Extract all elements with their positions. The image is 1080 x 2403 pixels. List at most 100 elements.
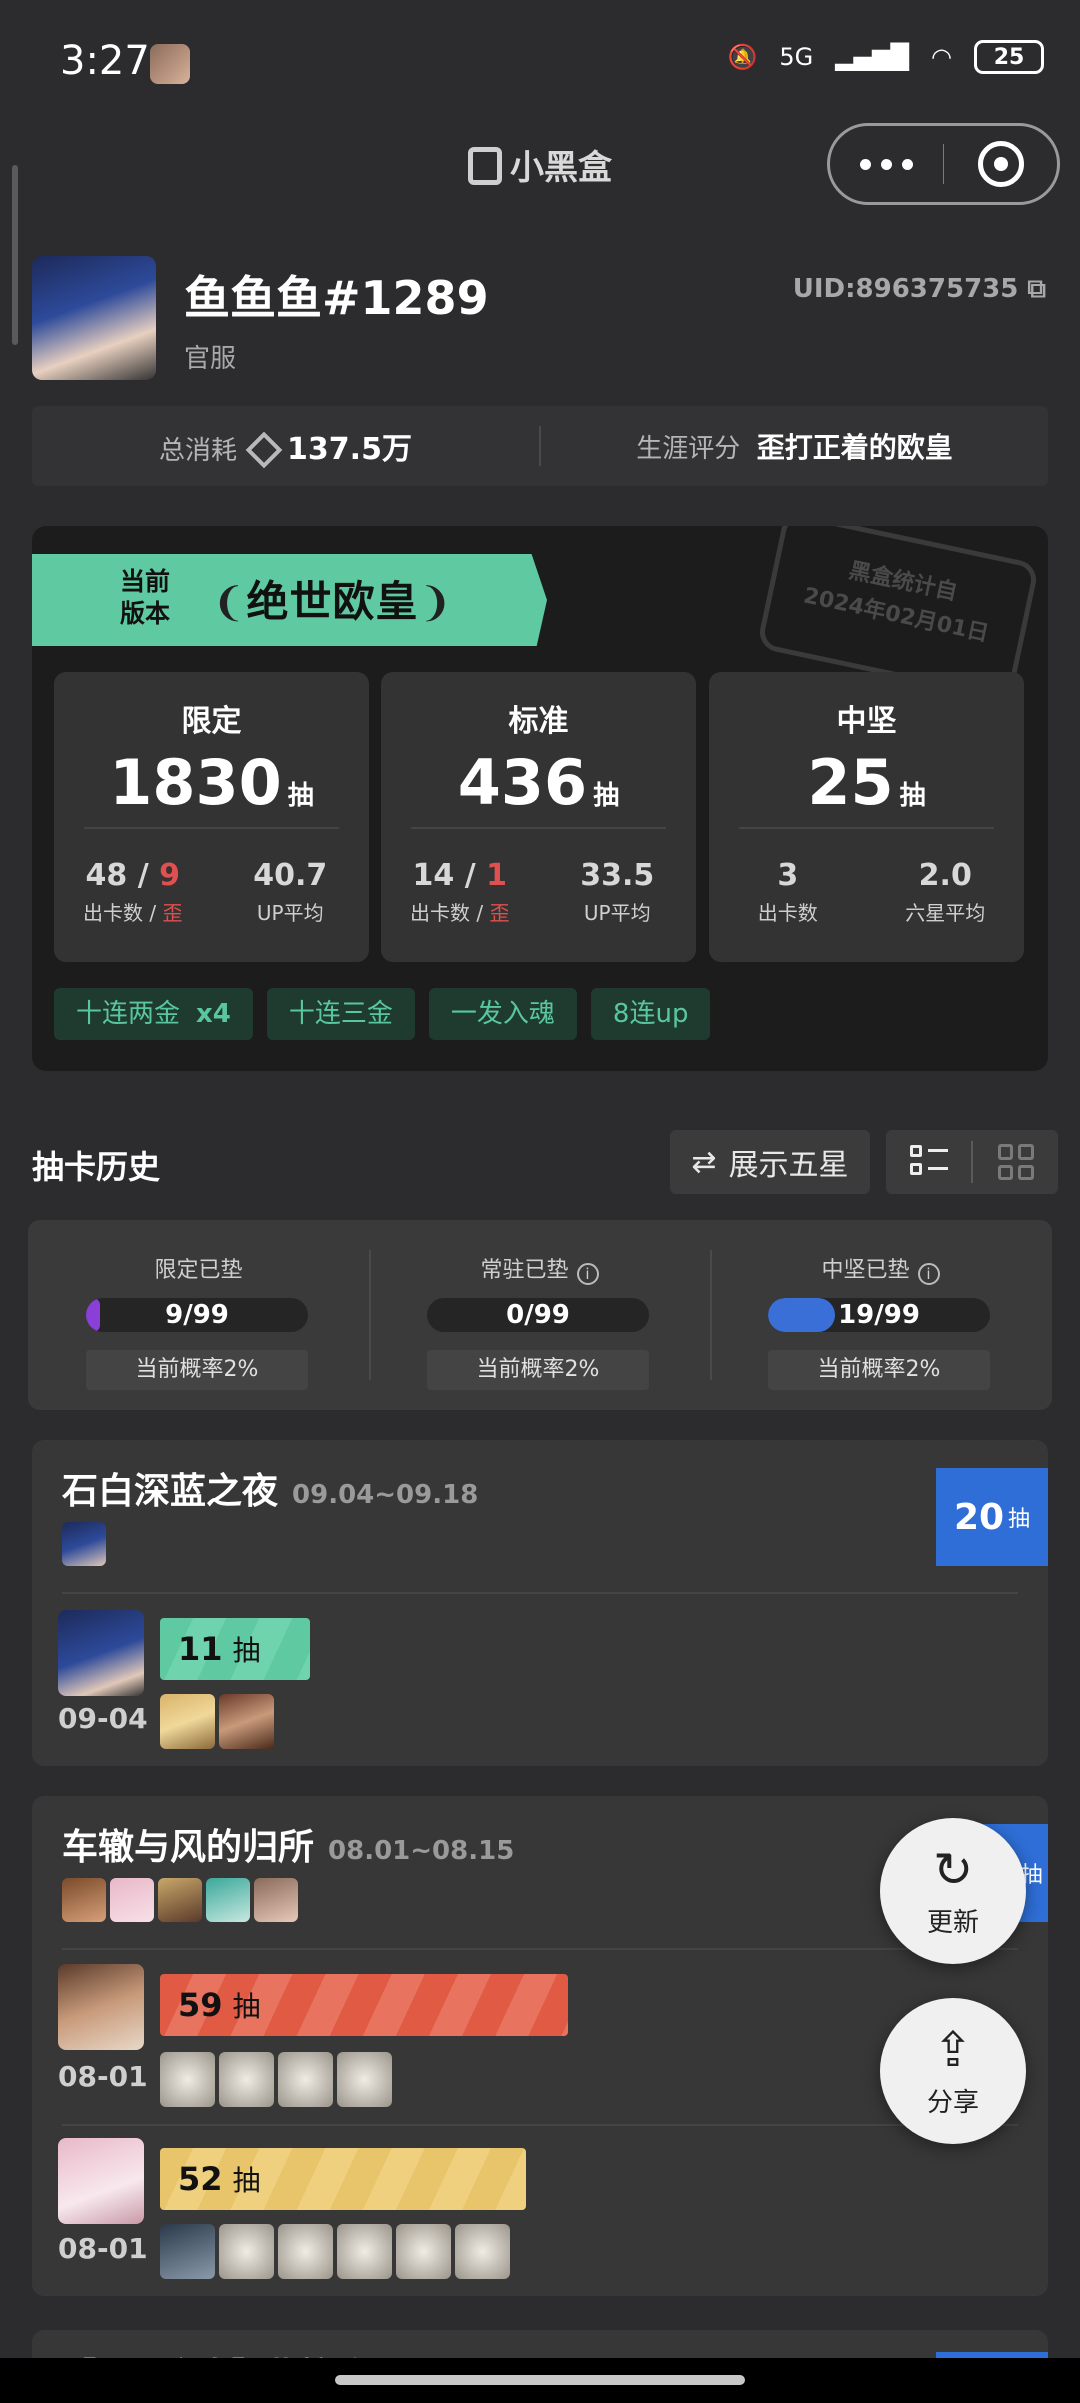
- stat-avg: 2.0: [918, 858, 972, 893]
- uid-copy[interactable]: UID:896375735 ⧉: [793, 274, 1046, 305]
- operator-thumb: [396, 2224, 451, 2279]
- pity-standard: 常驻已垫 i 0/99 当前概率2%: [369, 1220, 710, 1410]
- pool-stat-avg: 33.5 UP平均: [539, 858, 697, 926]
- share-icon: ⇪: [932, 2022, 974, 2078]
- stat-sep: /: [454, 858, 487, 893]
- list-view-button[interactable]: [886, 1145, 971, 1179]
- operator-thumb: [337, 2052, 392, 2107]
- pull-date: 09-04: [58, 1702, 148, 1735]
- pool-card-middle[interactable]: 中坚 25 抽 3 出卡数 2.0 六星平均: [709, 672, 1024, 962]
- pool-stat-cards: 14 / 1 出卡数 / 歪: [381, 858, 539, 926]
- pool-divider: [739, 827, 994, 829]
- pity-progress-bar: 9/99: [86, 1298, 308, 1332]
- rank-title-text: 绝世欧皇: [246, 577, 419, 626]
- pool-card-standard[interactable]: 标准 436 抽 14 / 1 出卡数 / 歪 33.5 UP平均: [381, 672, 696, 962]
- list-icon: [909, 1145, 948, 1179]
- stat-cards: 14: [412, 858, 455, 893]
- stat-cards-label: 出卡数: [410, 901, 471, 925]
- info-icon[interactable]: i: [917, 1263, 940, 1285]
- refresh-icon: ↻: [932, 1842, 974, 1898]
- battery-icon: 25: [974, 40, 1044, 74]
- operator-thumb: [278, 2224, 333, 2279]
- laurel-right-icon: ❩: [418, 580, 454, 626]
- notification-avatar-icon: [150, 44, 190, 84]
- avatar: [32, 256, 156, 380]
- stat-cards-label: 出卡数: [83, 901, 144, 925]
- home-indicator[interactable]: [335, 2375, 745, 2385]
- show-five-star-button[interactable]: ⇄ 展示五星: [670, 1130, 870, 1194]
- badge-unit: 抽: [1008, 1507, 1031, 1532]
- pity-rate: 当前概率2%: [427, 1350, 649, 1390]
- info-icon[interactable]: i: [576, 1263, 599, 1285]
- stat-avg-label: UP平均: [256, 901, 324, 925]
- share-button[interactable]: ⇪ 分享: [880, 1998, 1026, 2144]
- stats-bar: 总消耗 137.5万 生涯评分 歪打正着的欧皇: [32, 406, 1048, 486]
- pull-count: 11: [178, 1630, 223, 1668]
- pool-divider: [411, 827, 666, 829]
- target-icon: [977, 141, 1024, 187]
- spend-value: 137.5万: [287, 432, 412, 467]
- operator-thumb: [337, 2224, 392, 2279]
- operator-thumb: [219, 2052, 274, 2107]
- pull-obtained: [160, 2052, 392, 2107]
- refresh-button[interactable]: ↻ 更新: [880, 1818, 1026, 1964]
- grid-view-button[interactable]: [973, 1144, 1058, 1180]
- pity-rate: 当前概率2%: [86, 1350, 308, 1390]
- rank-version-label: 当前 版本: [120, 566, 170, 630]
- stat-avg: 33.5: [580, 858, 655, 893]
- pull-bar: 11 抽: [160, 1618, 310, 1680]
- stat-cards: 48: [85, 858, 128, 893]
- swap-icon: ⇄: [691, 1144, 717, 1180]
- operator-thumb: [160, 2224, 215, 2279]
- pull-operator-avatar: [58, 1964, 144, 2050]
- mute-icon: 🔕: [727, 43, 758, 71]
- pull-operator-avatar: [58, 2138, 144, 2224]
- pity-label-row: 常驻已垫 i: [369, 1252, 710, 1285]
- username: 鱼鱼鱼#1289: [184, 271, 489, 325]
- pity-label: 中坚已垫: [821, 1258, 910, 1283]
- banner-total-badge: 20 抽: [936, 1468, 1048, 1566]
- tag-extra: x4: [196, 999, 231, 1029]
- pool-card-limited[interactable]: 限定 1830 抽 48 / 9 出卡数 / 歪 40.7 UP平均: [54, 672, 369, 962]
- close-miniapp-button[interactable]: [944, 141, 1057, 187]
- pull-operator-avatar: [58, 1610, 144, 1696]
- pity-middle: 中坚已垫 i 19/99 当前概率2%: [710, 1220, 1051, 1410]
- pull-obtained: [160, 1694, 274, 1749]
- banner-name: 石白深蓝之夜: [62, 1471, 279, 1512]
- rank-title: ❨绝世欧皇❩: [212, 568, 453, 629]
- pool-stat-avg: 2.0 六星平均: [867, 858, 1025, 926]
- tag-label: 8连up: [612, 999, 689, 1029]
- pool-count-unit: 抽: [899, 781, 926, 811]
- pity-progress-bar: 19/99: [768, 1298, 990, 1332]
- banner-up-operators: [62, 1878, 298, 1922]
- pity-limited: 限定已垫 9/99 当前概率2%: [28, 1220, 369, 1410]
- operator-thumb: [278, 2052, 333, 2107]
- banner-name: 车辙与风的归所: [62, 1827, 315, 1868]
- pity-label: 限定已垫: [154, 1258, 243, 1283]
- more-menu-button[interactable]: [830, 158, 943, 170]
- stat-cards: 3: [777, 858, 799, 893]
- pool-stat-cards: 3 出卡数: [709, 858, 867, 926]
- pull-bar: 59 抽: [160, 1974, 568, 2036]
- banner-date: 09.04~09.18: [292, 1480, 479, 1510]
- stat-label-sep: /: [470, 901, 490, 925]
- stat-sep: /: [127, 858, 160, 893]
- pool-count-unit: 抽: [287, 781, 314, 811]
- pool-count: 436 抽: [381, 746, 696, 819]
- status-bar: 3:27 🔕 5G ▂▄▆█ ◠ 25: [0, 0, 1080, 130]
- pull-date: 08-01: [58, 2060, 148, 2093]
- share-label: 分享: [926, 2088, 979, 2118]
- operator-thumb: [62, 1878, 106, 1922]
- stat-avg: 40.7: [253, 858, 328, 893]
- tag-two-gold: 十连两金 x4: [54, 988, 253, 1040]
- pull-unit: 抽: [232, 1990, 261, 2023]
- tag-three-gold: 十连三金: [266, 988, 415, 1040]
- stat-avg-label: 六星平均: [905, 901, 986, 925]
- career-score: 生涯评分 歪打正着的欧皇: [541, 426, 1048, 466]
- stat-off-label: 歪: [162, 901, 183, 925]
- pull-unit: 抽: [232, 1634, 261, 1667]
- banner-card[interactable]: 石白深蓝之夜 09.04~09.18 20 抽 11 抽 09-04: [32, 1440, 1048, 1766]
- achievement-tags: 十连两金 x4 十连三金 一发入魂 8连up: [54, 988, 711, 1040]
- copy-icon[interactable]: ⧉: [1027, 274, 1046, 304]
- status-icons: 🔕 5G ▂▄▆█ ◠ 25: [727, 40, 1044, 74]
